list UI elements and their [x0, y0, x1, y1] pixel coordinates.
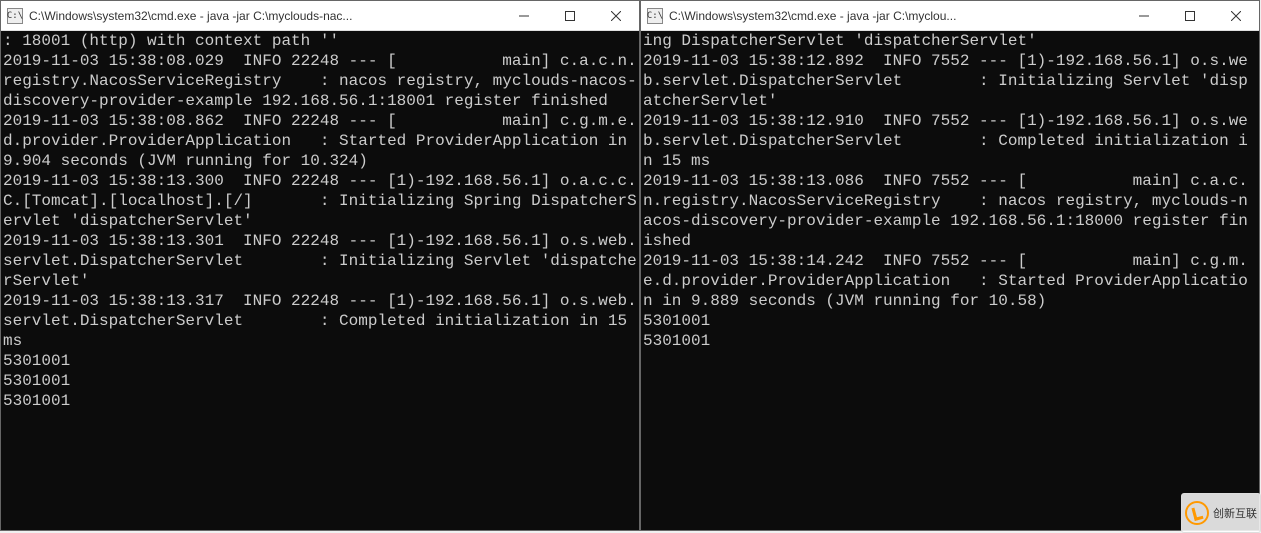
close-icon — [611, 11, 621, 21]
minimize-icon — [519, 11, 529, 21]
maximize-icon — [1185, 11, 1195, 21]
close-button[interactable] — [1213, 1, 1259, 30]
console-output-right[interactable]: ing DispatcherServlet 'dispatcherServlet… — [641, 31, 1259, 530]
watermark-badge: 创新互联 — [1181, 493, 1261, 533]
window-title-left: C:\Windows\system32\cmd.exe - java -jar … — [29, 9, 501, 23]
cmd-window-left: C:\ C:\Windows\system32\cmd.exe - java -… — [0, 0, 640, 531]
titlebar-left[interactable]: C:\ C:\Windows\system32\cmd.exe - java -… — [1, 1, 639, 31]
cmd-icon: C:\ — [647, 8, 663, 24]
maximize-icon — [565, 11, 575, 21]
maximize-button[interactable] — [547, 1, 593, 30]
watermark-logo-icon — [1185, 501, 1209, 525]
close-button[interactable] — [593, 1, 639, 30]
cmd-window-right: C:\ C:\Windows\system32\cmd.exe - java -… — [640, 0, 1260, 531]
maximize-button[interactable] — [1167, 1, 1213, 30]
minimize-button[interactable] — [501, 1, 547, 30]
titlebar-right[interactable]: C:\ C:\Windows\system32\cmd.exe - java -… — [641, 1, 1259, 31]
minimize-button[interactable] — [1121, 1, 1167, 30]
cmd-icon: C:\ — [7, 8, 23, 24]
window-title-right: C:\Windows\system32\cmd.exe - java -jar … — [669, 9, 1121, 23]
window-controls-left — [501, 1, 639, 30]
window-controls-right — [1121, 1, 1259, 30]
minimize-icon — [1139, 11, 1149, 21]
console-output-left[interactable]: : 18001 (http) with context path '' 2019… — [1, 31, 639, 530]
close-icon — [1231, 11, 1241, 21]
watermark-text: 创新互联 — [1213, 505, 1257, 521]
